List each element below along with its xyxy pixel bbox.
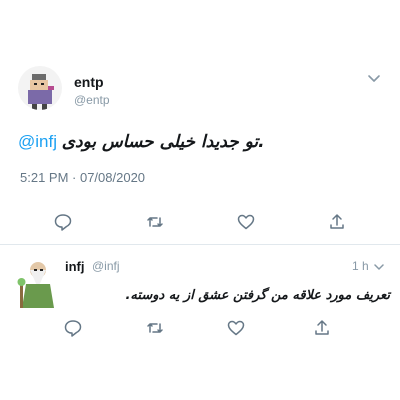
chevron-down-icon[interactable] [366,70,382,86]
main-tweet-text: @infj تو جدیدا خیلی حساس بودی. [18,130,358,154]
like-icon[interactable] [236,212,256,232]
main-tweet-body: تو جدیدا خیلی حساس بودی. [61,132,265,152]
mention-link[interactable]: @infj [18,132,57,151]
entp-handle[interactable]: @entp [74,93,110,107]
reply-time[interactable]: 1 h [352,259,369,273]
infj-handle[interactable]: @infj [92,259,120,273]
entp-avatar[interactable] [18,66,62,110]
infj-avatar[interactable] [14,258,62,310]
reply-tweet-text: تعریف مورد علاقه من گرفتن عشق از یه دوست… [125,288,390,303]
share-icon[interactable] [327,212,347,232]
tweet-divider [0,244,400,245]
reply-icon[interactable] [53,212,73,232]
tweet-timestamp[interactable]: 5:21 PM · 07/08/2020 [20,170,145,185]
share-icon[interactable] [312,318,332,338]
retweet-icon[interactable] [145,212,165,232]
retweet-icon[interactable] [145,318,165,338]
like-icon[interactable] [226,318,246,338]
entp-display-name[interactable]: entp [74,74,104,90]
reply-icon[interactable] [63,318,83,338]
chevron-down-icon[interactable] [372,260,386,274]
infj-display-name[interactable]: infj [65,259,85,274]
